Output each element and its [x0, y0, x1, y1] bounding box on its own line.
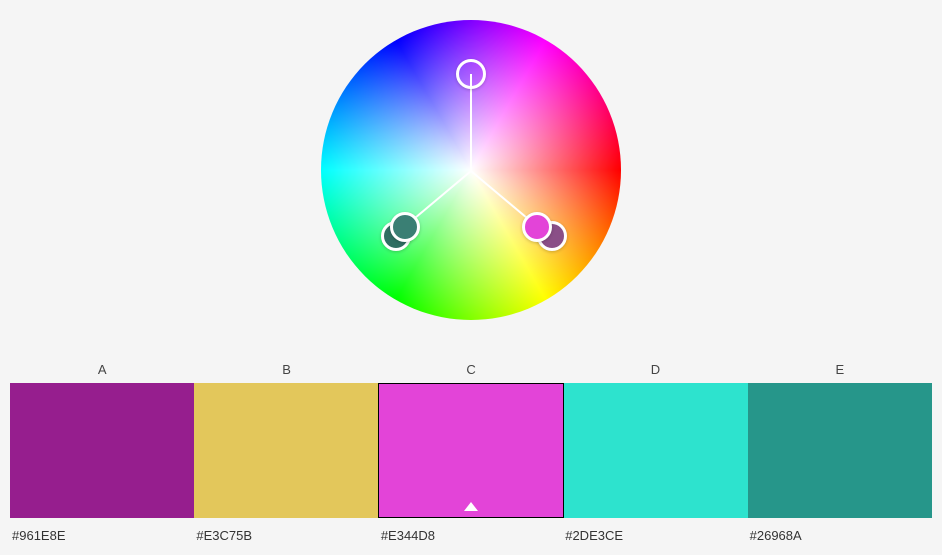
color-swatch[interactable]	[194, 383, 378, 518]
color-swatch[interactable]	[10, 383, 194, 518]
swatch-hex-value[interactable]: #E344D8	[379, 528, 563, 543]
swatch-hex-value[interactable]: #26968A	[748, 528, 932, 543]
color-swatch[interactable]	[564, 383, 748, 518]
swatch-hex-value[interactable]: #961E8E	[10, 528, 194, 543]
color-swatch[interactable]	[748, 383, 932, 518]
color-swatch[interactable]	[378, 383, 564, 518]
palette-row: ABCDE #961E8E#E3C75B#E344D8#2DE3CE#26968…	[10, 356, 932, 555]
swatch-hex-value[interactable]: #2DE3CE	[563, 528, 747, 543]
handle-left[interactable]	[390, 212, 420, 242]
color-wheel[interactable]	[321, 20, 621, 320]
swatch-letter: A	[10, 356, 194, 383]
swatch-letter: D	[563, 356, 747, 383]
swatch-letter: C	[379, 356, 563, 383]
swatch-letter: B	[194, 356, 378, 383]
swatch-hex-value[interactable]: #E3C75B	[194, 528, 378, 543]
swatch-letter: E	[748, 356, 932, 383]
handle-top[interactable]	[456, 59, 486, 89]
handle-right[interactable]	[522, 212, 552, 242]
